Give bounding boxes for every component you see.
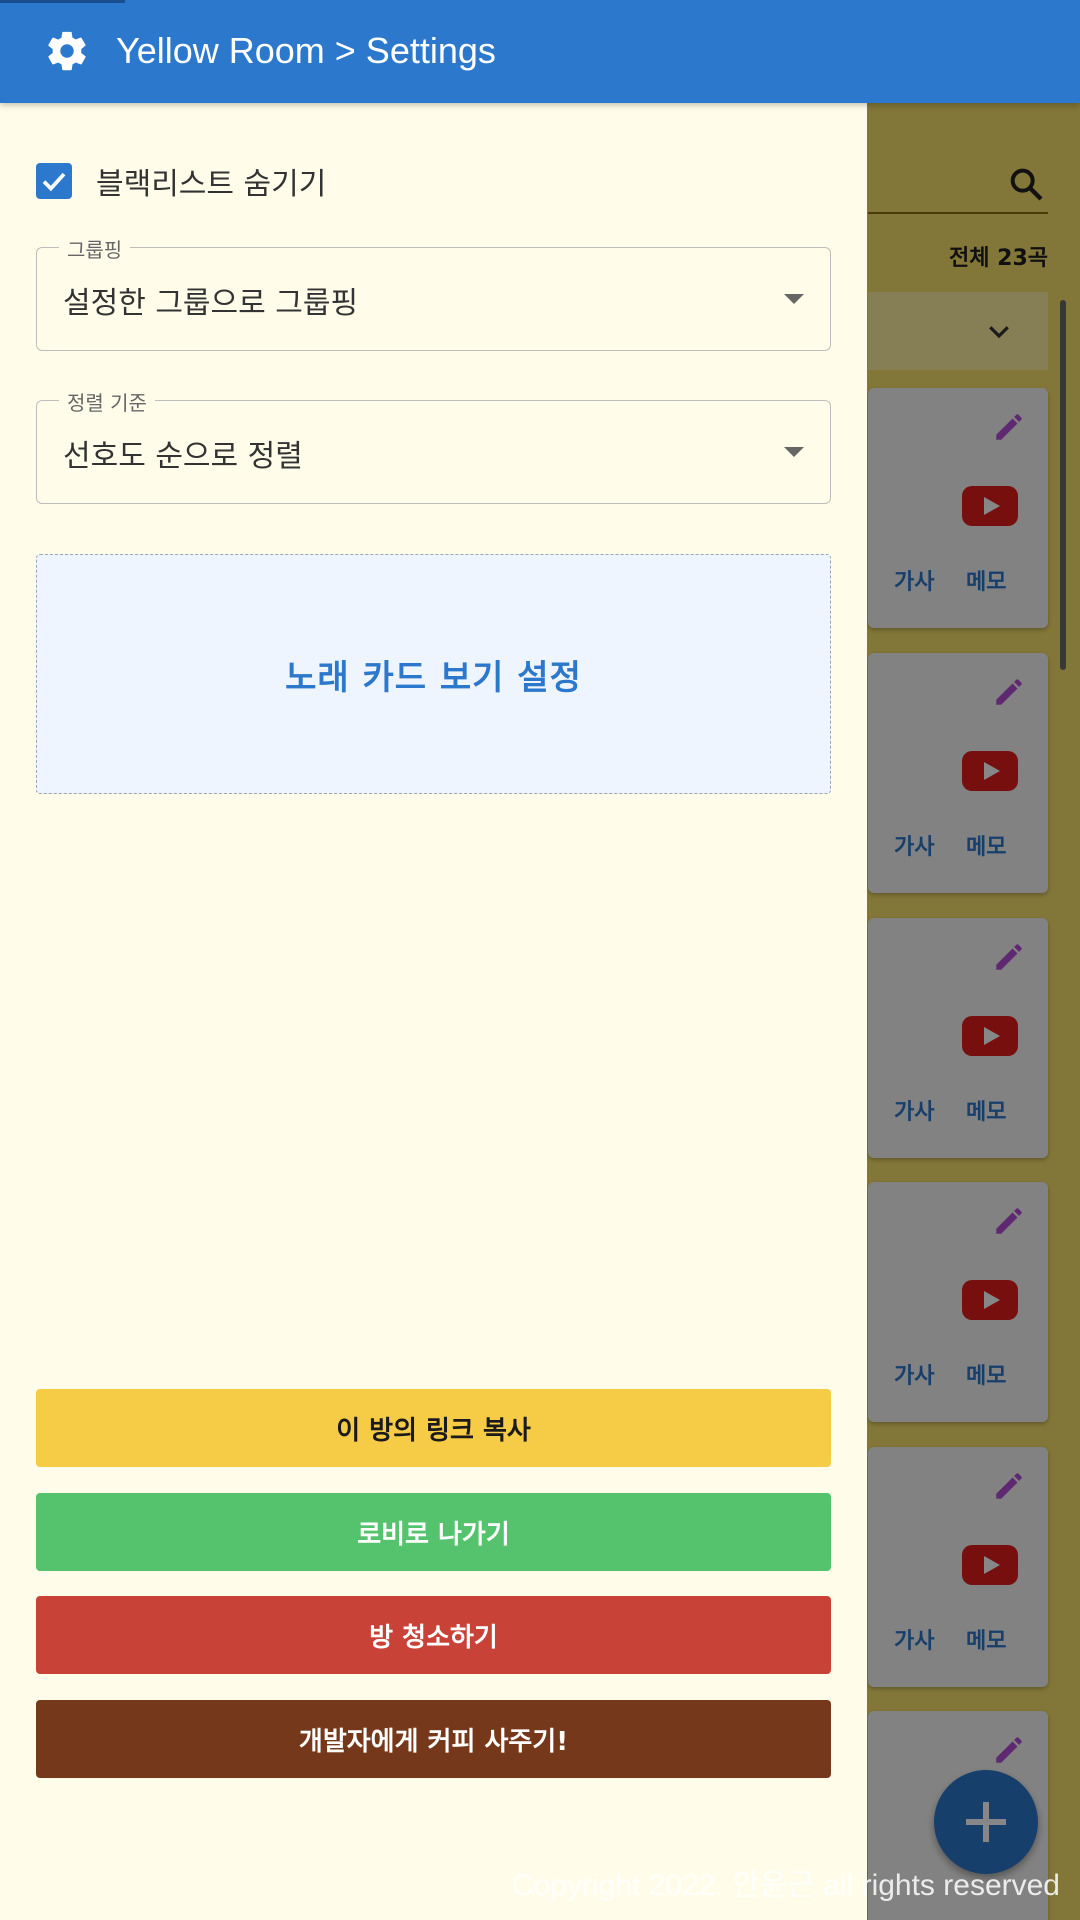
hide-blacklist-checkbox[interactable] — [36, 163, 72, 199]
copy-room-link-button[interactable]: 이 방의 링크 복사 — [36, 1389, 831, 1467]
song-card-view-settings[interactable]: 노래 카드 보기 설정 — [36, 554, 831, 794]
dropdown-arrow-icon — [784, 447, 804, 457]
copyright-text: Copyright 2022. 안윤근 all rights reserved — [511, 1869, 1060, 1902]
go-to-lobby-button[interactable]: 로비로 나가기 — [36, 1493, 831, 1571]
dropdown-arrow-icon — [784, 294, 804, 304]
status-indicator — [0, 0, 125, 3]
hide-blacklist-label: 블랙리스트 숨기기 — [96, 167, 327, 202]
grouping-label: 그룹핑 — [59, 234, 131, 263]
song-card-view-settings-label: 노래 카드 보기 설정 — [285, 657, 582, 698]
app-bar: Yellow Room > Settings — [0, 0, 1080, 103]
buy-coffee-button[interactable]: 개발자에게 커피 사주기! — [36, 1700, 831, 1778]
checkmark-icon — [42, 172, 66, 192]
page-title: Yellow Room > Settings — [116, 30, 496, 71]
sort-label: 정렬 기준 — [59, 387, 155, 416]
grouping-select[interactable]: 그룹핑 설정한 그룹으로 그룹핑 — [36, 234, 831, 351]
settings-drawer: 블랙리스트 숨기기 그룹핑 설정한 그룹으로 그룹핑 정렬 기준 선호도 순으로… — [0, 103, 867, 1920]
sort-value: 선호도 순으로 정렬 — [63, 439, 303, 474]
grouping-value: 설정한 그룹으로 그룹핑 — [63, 286, 359, 321]
gear-icon[interactable] — [44, 28, 90, 74]
hide-blacklist-option[interactable]: 블랙리스트 숨기기 — [36, 159, 326, 203]
clean-room-button[interactable]: 방 청소하기 — [36, 1596, 831, 1674]
sort-select[interactable]: 정렬 기준 선호도 순으로 정렬 — [36, 387, 831, 504]
